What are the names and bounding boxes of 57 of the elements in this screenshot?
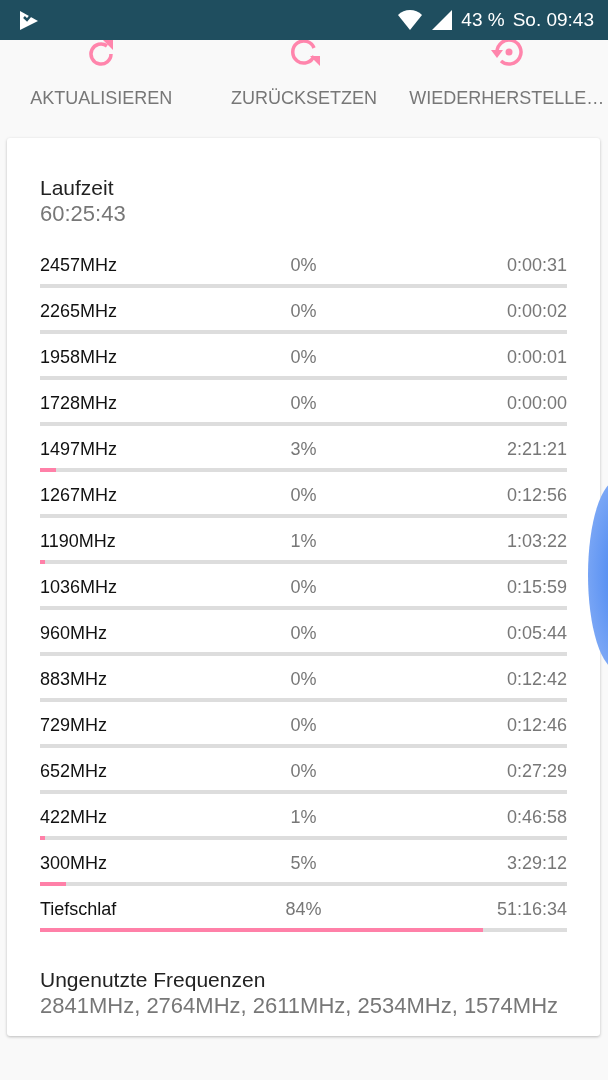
- frequency-label: 422MHz: [40, 807, 109, 828]
- percentage-value: 84%: [284, 899, 323, 920]
- time-value: 0:12:42: [505, 669, 567, 690]
- wifi-icon: [397, 9, 424, 31]
- clock: So. 09:43: [512, 9, 594, 31]
- percentage-value: 0%: [289, 301, 318, 322]
- unused-frequencies-label: Ungenutzte Frequenzen: [40, 968, 267, 992]
- time-value: 2:21:21: [505, 439, 567, 460]
- frequency-label: 883MHz: [40, 669, 109, 690]
- uptime-value: 60:25:43: [40, 200, 127, 228]
- percentage-value: 0%: [289, 715, 318, 736]
- time-value: 0:00:01: [505, 347, 567, 368]
- frequency-label: 1728MHz: [40, 393, 119, 414]
- percentage-value: 0%: [289, 255, 318, 276]
- frequency-label: 1190MHz: [40, 531, 117, 552]
- frequency-label: 1958MHz: [40, 347, 119, 368]
- frequency-label: 1497MHz: [40, 439, 119, 460]
- time-value: 0:00:02: [505, 301, 567, 322]
- action-button[interactable]: AKTUALISIEREN: [0, 40, 203, 126]
- action-button[interactable]: ZURÜCKSETZEN: [202, 40, 406, 126]
- percentage-value: 3%: [289, 439, 318, 460]
- percentage-value: 0%: [289, 577, 318, 598]
- time-value: 0:12:46: [505, 715, 567, 736]
- time-value: 1:03:22: [505, 531, 567, 552]
- time-value: 0:27:29: [505, 761, 567, 782]
- time-value: 0:46:58: [505, 807, 567, 828]
- percentage-value: 0%: [289, 623, 318, 644]
- action-button[interactable]: WIEDERHERSTELLE…: [405, 40, 608, 126]
- frequency-label: 729MHz: [40, 715, 109, 736]
- unused-frequencies-list: 2841MHz, 2764MHz, 2611MHz, 2534MHz, 1574MHz: [40, 992, 567, 1020]
- frequency-label: 960MHz: [40, 623, 109, 644]
- percentage-value: 0%: [289, 347, 318, 368]
- percentage-value: 0%: [289, 761, 318, 782]
- percentage-value: 0%: [289, 393, 318, 414]
- percentage-value: 0%: [289, 669, 318, 690]
- time-value: 51:16:34: [495, 899, 567, 920]
- time-value: 0:15:59: [505, 577, 567, 598]
- signal-icon: [431, 9, 454, 31]
- frequency-label: Tiefschlaf: [40, 899, 118, 920]
- uptime-label: Laufzeit: [40, 176, 115, 200]
- frequency-label: 652MHz: [40, 761, 109, 782]
- time-value: 3:29:12: [505, 853, 567, 874]
- time-value: 0:12:56: [505, 485, 567, 506]
- time-value: 0:00:31: [505, 255, 567, 276]
- frequency-label: 1267MHz: [40, 485, 119, 506]
- percentage-value: 1%: [289, 531, 318, 552]
- frequency-label: 1036MHz: [40, 577, 119, 598]
- frequency-label: 300MHz: [40, 853, 109, 874]
- frequency-label: 2457MHz: [40, 255, 119, 276]
- time-value: 0:05:44: [505, 623, 567, 644]
- app-logo-icon: [18, 9, 40, 31]
- time-value: 0:00:00: [505, 393, 567, 414]
- frequency-label: 2265MHz: [40, 301, 119, 322]
- battery-percentage: 43 %: [461, 9, 505, 31]
- percentage-value: 5%: [289, 853, 318, 874]
- percentage-value: 0%: [289, 485, 318, 506]
- percentage-value: 1%: [289, 807, 318, 828]
